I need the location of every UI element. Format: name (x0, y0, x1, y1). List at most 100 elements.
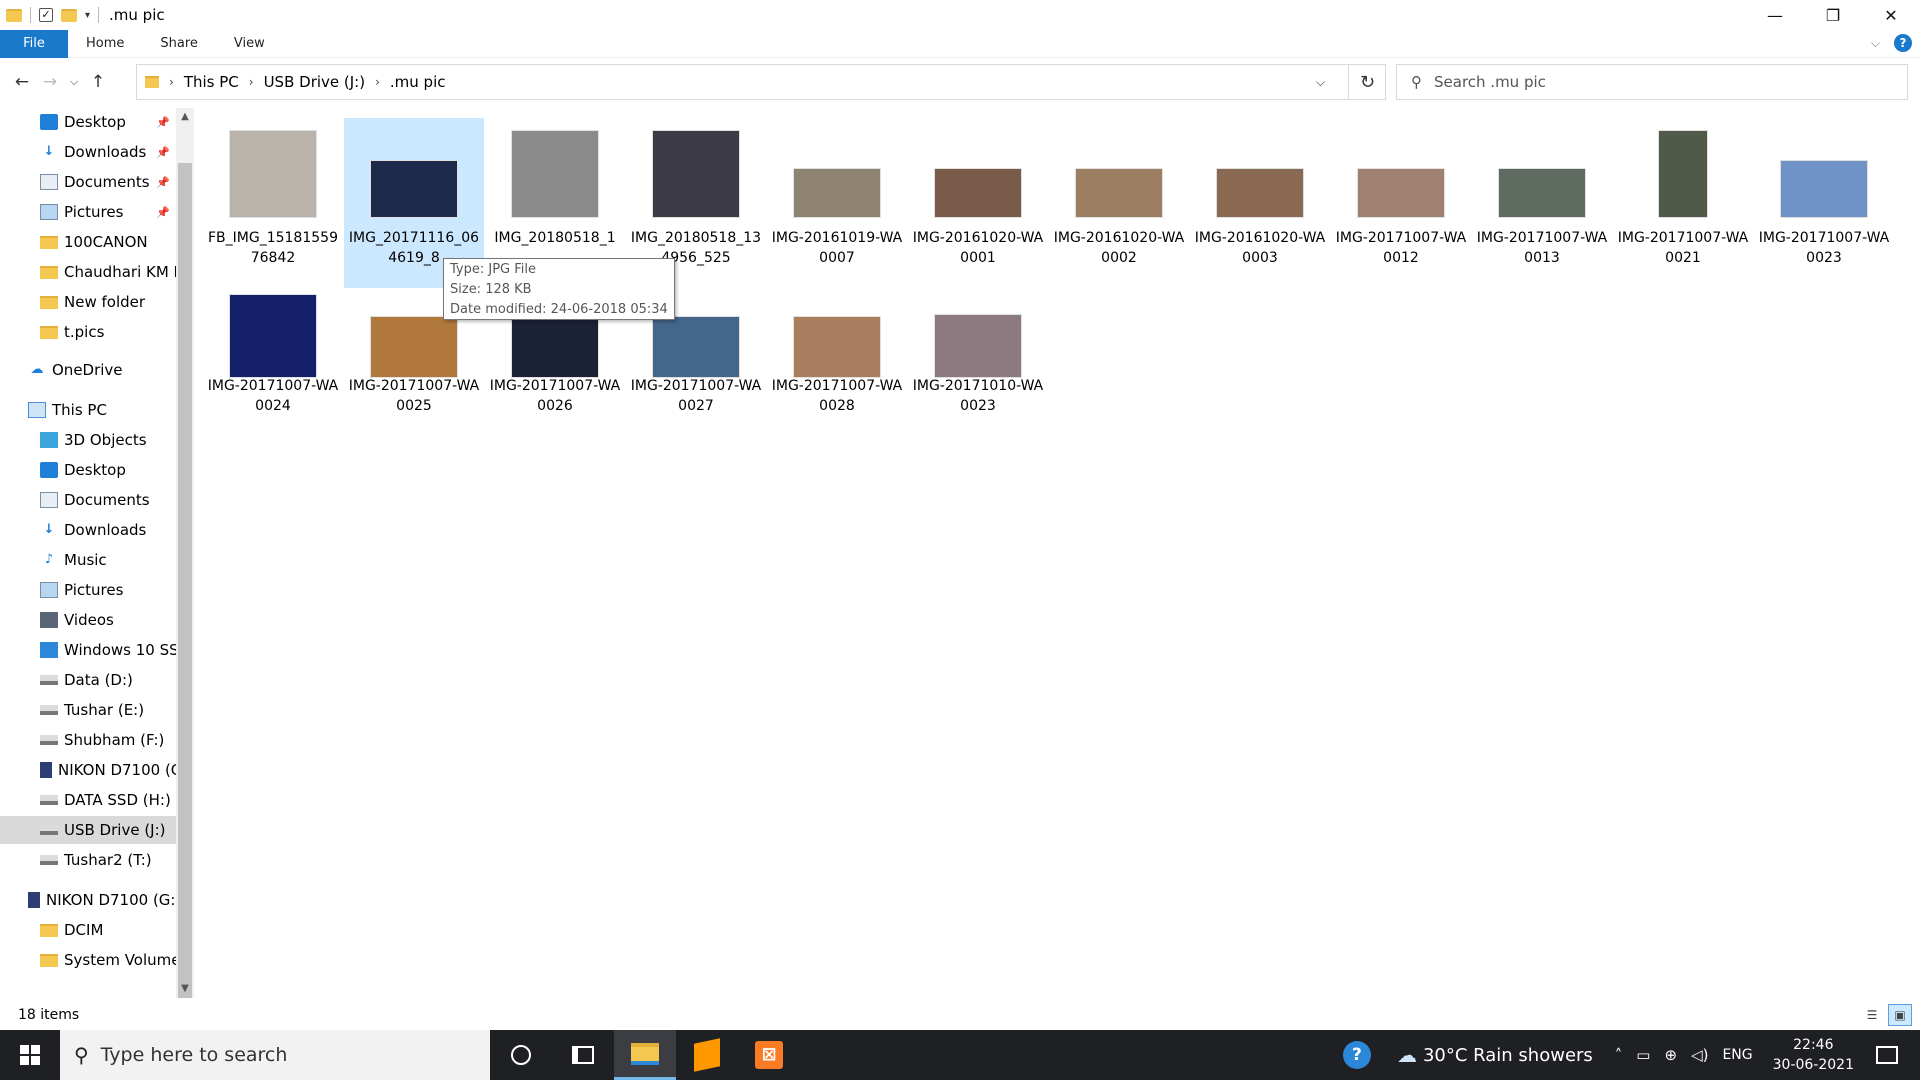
chevron-right-icon[interactable]: › (169, 75, 174, 89)
file-item[interactable]: IMG-20171007-WA0024 (203, 286, 343, 456)
weather-icon[interactable]: ☁ (1397, 1043, 1417, 1067)
navigation-scrollbar[interactable]: ▲ ▼ (176, 108, 194, 998)
start-button[interactable] (0, 1030, 60, 1080)
minimize-button[interactable]: — (1746, 0, 1804, 30)
search-icon: ⚲ (1411, 73, 1422, 91)
file-item[interactable]: IMG-20171007-WA0012 (1331, 118, 1471, 288)
file-item[interactable]: IMG-20171007-WA0023 (1754, 118, 1894, 288)
file-item[interactable]: IMG-20161020-WA0001 (908, 118, 1048, 288)
scroll-up-icon[interactable]: ▲ (176, 108, 194, 126)
properties-icon[interactable]: ✓ (39, 8, 53, 22)
recent-locations-icon[interactable]: ⌵ (64, 67, 84, 97)
sidebar-item[interactable]: 3D Objects (0, 426, 176, 454)
search-box[interactable]: ⚲ (1396, 64, 1908, 100)
close-button[interactable]: ✕ (1862, 0, 1920, 30)
network-icon[interactable]: ⊕ (1664, 1046, 1677, 1064)
battery-icon[interactable]: ▭ (1636, 1046, 1650, 1064)
sidebar-item[interactable]: Shubham (F:) (0, 726, 176, 754)
sidebar-item[interactable]: NIKON D7100 (G (0, 756, 176, 784)
sidebar-item[interactable]: NIKON D7100 (G:) (0, 886, 176, 914)
sidebar-item[interactable]: Videos (0, 606, 176, 634)
breadcrumb-current-folder[interactable]: .mu pic (390, 73, 446, 91)
back-arrow-icon[interactable]: ← (8, 67, 36, 97)
scrollbar-thumb[interactable] (178, 163, 192, 998)
sidebar-item[interactable]: ↓ Downloads 📌 (0, 138, 176, 166)
sidebar-item[interactable]: Desktop 📌 (0, 108, 176, 136)
scroll-down-icon[interactable]: ▼ (176, 980, 194, 998)
forward-arrow-icon[interactable]: → (36, 67, 64, 97)
language-indicator[interactable]: ENG (1722, 1047, 1752, 1063)
volume-icon[interactable]: ◁) (1691, 1046, 1708, 1064)
tab-view[interactable]: View (216, 30, 283, 58)
tab-share[interactable]: Share (142, 30, 216, 58)
taskbar-sublime-text[interactable] (676, 1030, 738, 1080)
task-view-button[interactable] (552, 1030, 614, 1080)
tab-file[interactable]: File (0, 29, 68, 58)
sidebar-item-label: This PC (52, 401, 107, 419)
sidebar-item[interactable]: Documents (0, 486, 176, 514)
file-item[interactable]: IMG-20161020-WA0003 (1190, 118, 1330, 288)
sidebar-item[interactable]: USB Drive (J:) (0, 816, 176, 844)
breadcrumb-this-pc[interactable]: This PC (184, 73, 239, 91)
search-input[interactable] (1434, 73, 1874, 91)
address-bar[interactable]: › This PC › USB Drive (J:) › .mu pic ⌵ (136, 64, 1386, 100)
sidebar-item[interactable]: This PC (0, 396, 176, 424)
sidebar-item[interactable]: Chaudhari KM Er (0, 258, 176, 286)
refresh-icon[interactable]: ↻ (1348, 64, 1386, 100)
chevron-right-icon[interactable]: › (375, 75, 380, 89)
sidebar-item[interactable]: Desktop (0, 456, 176, 484)
sidebar-item[interactable]: DCIM (0, 916, 176, 944)
sidebar-item[interactable]: ☁ OneDrive (0, 356, 176, 384)
file-item[interactable]: IMG-20171010-WA0023 (908, 286, 1048, 456)
file-item[interactable]: FB_IMG_1518155976842 (203, 118, 343, 288)
tab-home[interactable]: Home (68, 30, 142, 58)
new-folder-icon[interactable] (61, 8, 77, 22)
drive-icon (40, 825, 58, 835)
address-dropdown-icon[interactable]: ⌵ (1316, 75, 1325, 90)
file-name: IMG_20180518_1 (494, 230, 616, 246)
expand-ribbon-icon[interactable]: ⌵ (1871, 36, 1880, 51)
sidebar-item[interactable]: ↓ Downloads (0, 516, 176, 544)
cortana-button[interactable] (490, 1030, 552, 1080)
help-icon[interactable]: ? (1894, 34, 1912, 52)
file-item[interactable]: IMG-20171007-WA0021 (1613, 118, 1753, 288)
customize-toolbar-icon[interactable]: ▾ (85, 10, 90, 21)
sidebar-item[interactable]: 100CANON (0, 228, 176, 256)
clock[interactable]: 22:46 30-06-2021 (1773, 1035, 1854, 1075)
weather-widget[interactable]: 30°C Rain showers (1423, 1045, 1593, 1066)
breadcrumb-usb-drive[interactable]: USB Drive (J:) (264, 73, 366, 91)
sidebar-item[interactable]: System Volume I (0, 946, 176, 974)
taskbar-xampp[interactable]: ⊠ (738, 1030, 800, 1080)
sidebar-item[interactable]: ♪ Music (0, 546, 176, 574)
file-name: IMG-20171007-WA0026 (489, 378, 621, 414)
sidebar-item[interactable]: Tushar2 (T:) (0, 846, 176, 874)
file-item[interactable]: IMG-20161019-WA0007 (767, 118, 907, 288)
sidebar-item-label: 3D Objects (64, 431, 147, 449)
sidebar-item[interactable]: Pictures 📌 (0, 198, 176, 226)
file-item[interactable]: IMG-20161020-WA0002 (1049, 118, 1189, 288)
file-item[interactable]: IMG-20171007-WA0028 (767, 286, 907, 456)
this-pc-icon (28, 402, 46, 418)
sidebar-item[interactable]: Documents 📌 (0, 168, 176, 196)
sidebar-item[interactable]: New folder (0, 288, 176, 316)
notification-icon[interactable] (1876, 1046, 1898, 1064)
chevron-up-icon[interactable]: ˄ (1615, 1046, 1623, 1064)
ribbon-tabs: File Home Share View ⌵ ? (0, 29, 1920, 58)
maximize-button[interactable]: ❐ (1804, 0, 1862, 30)
taskbar-file-explorer[interactable] (614, 1030, 676, 1080)
sidebar-item[interactable]: Windows 10 SSD (0, 636, 176, 664)
large-icons-view-icon[interactable]: ▣ (1888, 1004, 1912, 1026)
sidebar-item[interactable]: Data (D:) (0, 666, 176, 694)
sidebar-item[interactable]: Pictures (0, 576, 176, 604)
up-arrow-icon[interactable]: ↑ (84, 67, 112, 97)
details-view-icon[interactable]: ☰ (1860, 1004, 1884, 1026)
help-icon[interactable]: ? (1342, 1041, 1371, 1069)
chevron-right-icon[interactable]: › (249, 75, 254, 89)
sidebar-item[interactable]: Tushar (E:) (0, 696, 176, 724)
sidebar-item[interactable]: DATA SSD (H:) (0, 786, 176, 814)
sidebar-item[interactable]: t.pics (0, 318, 176, 346)
taskbar-search[interactable]: ⚲ Type here to search (60, 1030, 490, 1080)
file-item[interactable]: IMG-20171007-WA0013 (1472, 118, 1612, 288)
window-title: .mu pic (109, 6, 165, 24)
taskbar-search-placeholder: Type here to search (100, 1044, 288, 1066)
